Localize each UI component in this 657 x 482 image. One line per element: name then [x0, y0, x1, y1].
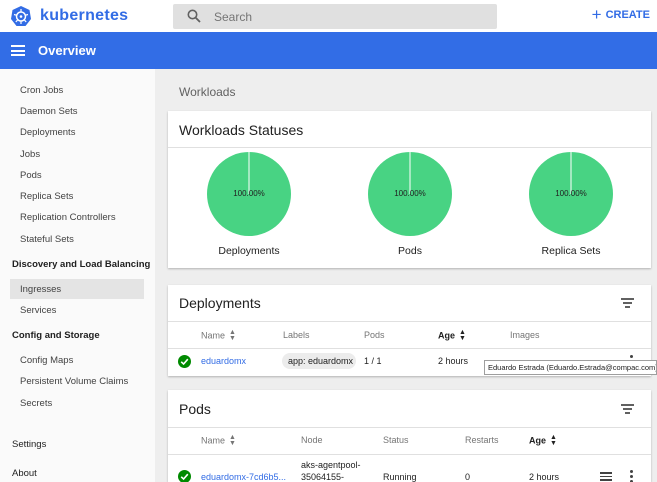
- card-title: Deployments: [179, 295, 261, 311]
- column-header-restarts: Restarts: [465, 435, 499, 445]
- sidebar-item-ingresses[interactable]: Ingresses: [20, 284, 61, 295]
- create-label: CREATE: [605, 9, 650, 21]
- more-vert-icon[interactable]: [630, 470, 633, 482]
- sidebar-item-about[interactable]: About: [12, 468, 37, 479]
- sidebar: Cron Jobs Daemon Sets Deployments Jobs P…: [0, 69, 155, 482]
- brand-name[interactable]: kubernetes: [40, 7, 128, 25]
- sort-icon: ▲ ▼: [229, 329, 236, 342]
- status-ok-icon: [178, 355, 191, 368]
- pie-label-pods: Pods: [398, 245, 422, 257]
- column-header-age[interactable]: Age ▲ ▼: [529, 434, 557, 447]
- pie-value-pods: 100.00%: [394, 189, 426, 198]
- kubernetes-logo-icon[interactable]: [10, 5, 32, 27]
- pie-label-replica-sets: Replica Sets: [541, 245, 601, 257]
- pie-value-deployments: 100.00%: [233, 189, 265, 198]
- pod-name-link[interactable]: eduardomx-7cd6b5...: [201, 472, 286, 482]
- sidebar-section-discovery[interactable]: Discovery and Load Balancing: [12, 259, 150, 270]
- pod-node-line1: aks-agentpool-: [301, 460, 361, 470]
- page-title: Overview: [38, 43, 96, 58]
- filter-icon[interactable]: [621, 298, 634, 309]
- sidebar-item-persistent-volume-claims[interactable]: Persistent Volume Claims: [20, 376, 128, 387]
- column-header-labels: Labels: [283, 330, 310, 340]
- card-divider: [168, 427, 651, 428]
- card-title: Workloads Statuses: [179, 122, 304, 138]
- filter-icon[interactable]: [621, 404, 634, 415]
- sidebar-item-jobs[interactable]: Jobs: [20, 149, 40, 160]
- pie-chart-deployments: 100.00%: [207, 152, 291, 236]
- sidebar-item-replica-sets[interactable]: Replica Sets: [20, 191, 73, 202]
- search-input[interactable]: Search: [173, 4, 497, 29]
- pie-chart-pods: 100.00%: [368, 152, 452, 236]
- column-header-name[interactable]: Name ▲ ▼: [201, 329, 236, 342]
- pie-chart-replica-sets: 100.00%: [529, 152, 613, 236]
- sidebar-item-secrets[interactable]: Secrets: [20, 398, 52, 409]
- workloads-statuses-card: Workloads Statuses 100.00% Deployments 1…: [168, 111, 651, 268]
- plus-icon: +: [591, 4, 602, 24]
- title-bar: Overview: [0, 32, 657, 69]
- sidebar-item-cron-jobs[interactable]: Cron Jobs: [20, 85, 63, 96]
- sidebar-item-daemon-sets[interactable]: Daemon Sets: [20, 106, 78, 117]
- table-divider: [168, 348, 651, 349]
- sidebar-item-services[interactable]: Services: [20, 305, 56, 316]
- status-ok-icon: [178, 470, 191, 482]
- pod-age: 2 hours: [529, 472, 560, 482]
- card-title: Pods: [179, 401, 211, 417]
- search-placeholder: Search: [214, 10, 253, 24]
- card-divider: [168, 321, 651, 322]
- deployment-name-link[interactable]: eduardomx: [201, 356, 246, 366]
- sort-icon: ▲ ▼: [459, 329, 466, 342]
- sort-icon: ▲ ▼: [550, 434, 557, 447]
- deployment-pods: 1 / 1: [364, 356, 382, 366]
- sidebar-item-replication-controllers[interactable]: Replication Controllers: [20, 212, 116, 223]
- sidebar-item-pods[interactable]: Pods: [20, 170, 42, 181]
- top-bar: kubernetes Search + CREATE: [0, 0, 657, 32]
- sidebar-item-config-maps[interactable]: Config Maps: [20, 355, 73, 366]
- section-title: Workloads: [179, 85, 236, 99]
- sidebar-item-deployments[interactable]: Deployments: [20, 127, 75, 138]
- menu-icon[interactable]: [11, 45, 25, 56]
- pods-card: Pods Name ▲ ▼ Node Status Restarts Age ▲ ▼ e…: [168, 390, 651, 482]
- pie-value-replica-sets: 100.00%: [555, 189, 587, 198]
- column-header-pods: Pods: [364, 330, 385, 340]
- column-header-status: Status: [383, 435, 409, 445]
- tooltip: Eduardo Estrada (Eduardo.Estrada@compac.…: [484, 360, 657, 375]
- card-divider: [168, 147, 651, 148]
- search-icon: [187, 9, 201, 23]
- create-button[interactable]: + CREATE: [591, 4, 650, 24]
- sidebar-item-settings[interactable]: Settings: [12, 439, 46, 450]
- pie-label-deployments: Deployments: [218, 245, 280, 257]
- column-header-age[interactable]: Age ▲ ▼: [438, 329, 466, 342]
- deployment-age: 2 hours: [438, 356, 469, 366]
- sidebar-item-stateful-sets[interactable]: Stateful Sets: [20, 234, 74, 245]
- sidebar-section-config[interactable]: Config and Storage: [12, 330, 100, 341]
- sort-icon: ▲ ▼: [229, 434, 236, 447]
- column-header-node: Node: [301, 435, 323, 445]
- table-divider: [168, 454, 651, 455]
- column-header-name[interactable]: Name ▲ ▼: [201, 434, 236, 447]
- pod-restarts: 0: [465, 472, 471, 482]
- logs-icon[interactable]: [600, 472, 612, 482]
- pod-node-line2: 35064155-: [301, 472, 345, 482]
- pod-status: Running: [383, 472, 417, 482]
- column-header-images: Images: [510, 330, 540, 340]
- label-chip: app: eduardomx: [282, 353, 356, 369]
